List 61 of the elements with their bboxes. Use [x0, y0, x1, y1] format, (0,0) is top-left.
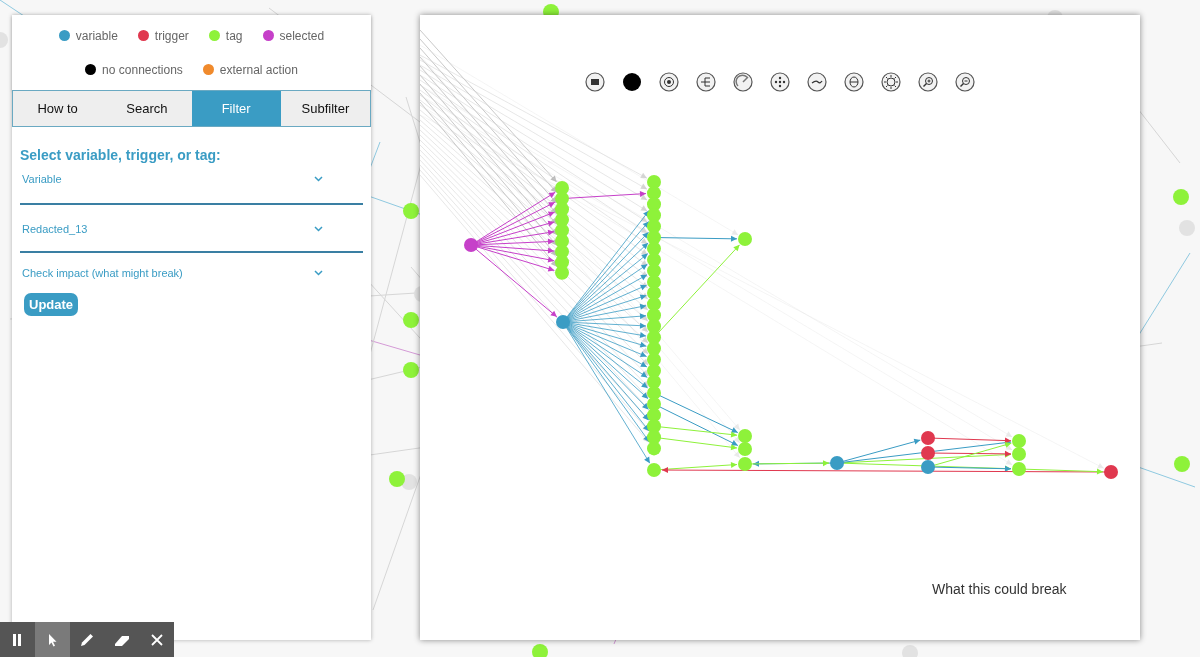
background-node — [1173, 189, 1189, 205]
graph-node[interactable] — [647, 252, 661, 267]
background-node — [403, 312, 419, 328]
pointer-icon[interactable] — [34, 622, 70, 657]
tab[interactable]: Filter — [191, 91, 281, 126]
chevron-icon — [314, 226, 323, 232]
graph-node[interactable] — [464, 238, 478, 252]
dropdown[interactable]: Check impact (what might break) — [20, 253, 363, 293]
background-node — [532, 644, 548, 657]
background-node — [403, 203, 419, 219]
graph-node[interactable] — [647, 341, 661, 356]
tab[interactable]: Search — [102, 91, 192, 126]
dropdown[interactable]: Variable — [20, 169, 363, 205]
legend-label: tag — [225, 28, 243, 43]
chevron-icon — [314, 176, 323, 182]
graph-node[interactable] — [647, 352, 661, 367]
background-node — [1174, 456, 1190, 472]
graph-node[interactable] — [647, 374, 661, 389]
graph-node[interactable] — [647, 463, 661, 477]
graph-node[interactable] — [647, 175, 661, 189]
graph-node[interactable] — [647, 230, 661, 245]
record-icon[interactable] — [659, 72, 679, 92]
graph-node[interactable] — [556, 315, 570, 329]
graph-node[interactable] — [555, 265, 569, 280]
zoom-out-icon[interactable] — [955, 72, 975, 92]
legend-label: trigger — [154, 28, 189, 43]
legend-label: no connections — [102, 62, 183, 77]
update-button[interactable]: Update — [24, 293, 79, 316]
graph-node[interactable] — [647, 286, 661, 300]
graph-node[interactable] — [647, 441, 661, 456]
graph-node[interactable] — [647, 385, 661, 400]
graph-node[interactable] — [921, 431, 935, 445]
chevron-icon — [314, 270, 323, 276]
wave-icon[interactable] — [807, 72, 827, 92]
dots-icon[interactable] — [770, 72, 790, 92]
filter-heading: Select variable, trigger, or tag: — [20, 147, 222, 163]
graph-node[interactable] — [921, 446, 935, 460]
legend-label: variable — [75, 28, 118, 43]
filled-circle-icon[interactable] — [622, 72, 642, 92]
background-node — [403, 362, 419, 378]
legend-label: external action — [219, 62, 298, 77]
tab[interactable]: How to — [13, 91, 103, 126]
dropdown[interactable]: Redacted_13 — [20, 219, 363, 253]
sun-icon[interactable] — [881, 72, 901, 92]
theta-icon[interactable] — [844, 72, 864, 92]
graph-node[interactable] — [1104, 465, 1118, 479]
graph-node[interactable] — [830, 456, 844, 470]
graph-node[interactable] — [738, 232, 752, 246]
graph-node[interactable] — [647, 263, 661, 278]
graph-node[interactable] — [647, 274, 661, 289]
graph-node[interactable] — [647, 219, 661, 234]
background-node — [389, 471, 405, 487]
tab[interactable]: Subfilter — [280, 91, 370, 126]
zoom-in-icon[interactable] — [918, 72, 938, 92]
graph-node[interactable] — [647, 330, 661, 345]
graph-node[interactable] — [647, 241, 661, 256]
graph-caption: What this could break — [932, 581, 1067, 597]
graph-node[interactable] — [647, 397, 661, 411]
graph-node[interactable] — [647, 363, 661, 378]
legend-label: selected — [279, 28, 325, 43]
graph-node[interactable] — [921, 460, 935, 474]
